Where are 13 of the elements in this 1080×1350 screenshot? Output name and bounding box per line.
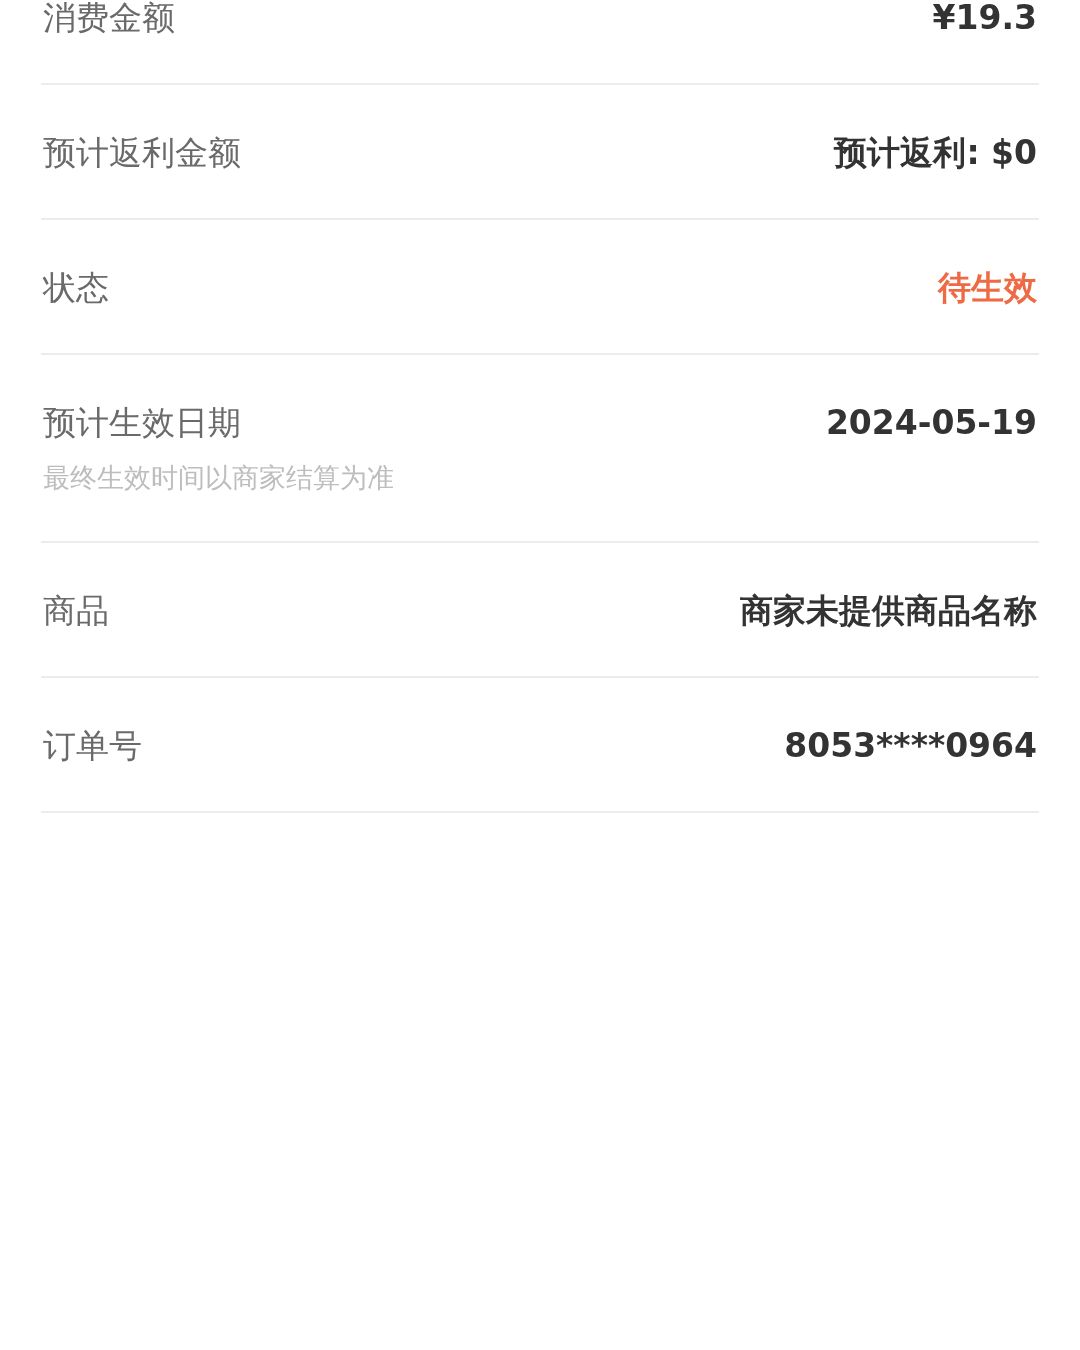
- field-label: 订单号: [43, 726, 142, 766]
- field-label: 消费金额: [43, 0, 175, 38]
- field-value: 待生效: [938, 268, 1037, 308]
- field-value: 8053****0964: [784, 726, 1037, 766]
- field-value: 预计返利: $0: [834, 133, 1037, 173]
- field-value: 商家未提供商品名称: [740, 591, 1037, 631]
- field-value: ¥19.3: [932, 0, 1037, 38]
- field-label: 预计生效日期: [43, 403, 242, 443]
- field-label: 状态: [43, 268, 109, 308]
- field-label: 预计返利金额: [43, 133, 241, 173]
- hint-text: 最终生效时间以商家结算为准: [43, 461, 394, 495]
- field-value: 2024-05-19: [825, 403, 1037, 443]
- field-label: 商品: [43, 591, 109, 631]
